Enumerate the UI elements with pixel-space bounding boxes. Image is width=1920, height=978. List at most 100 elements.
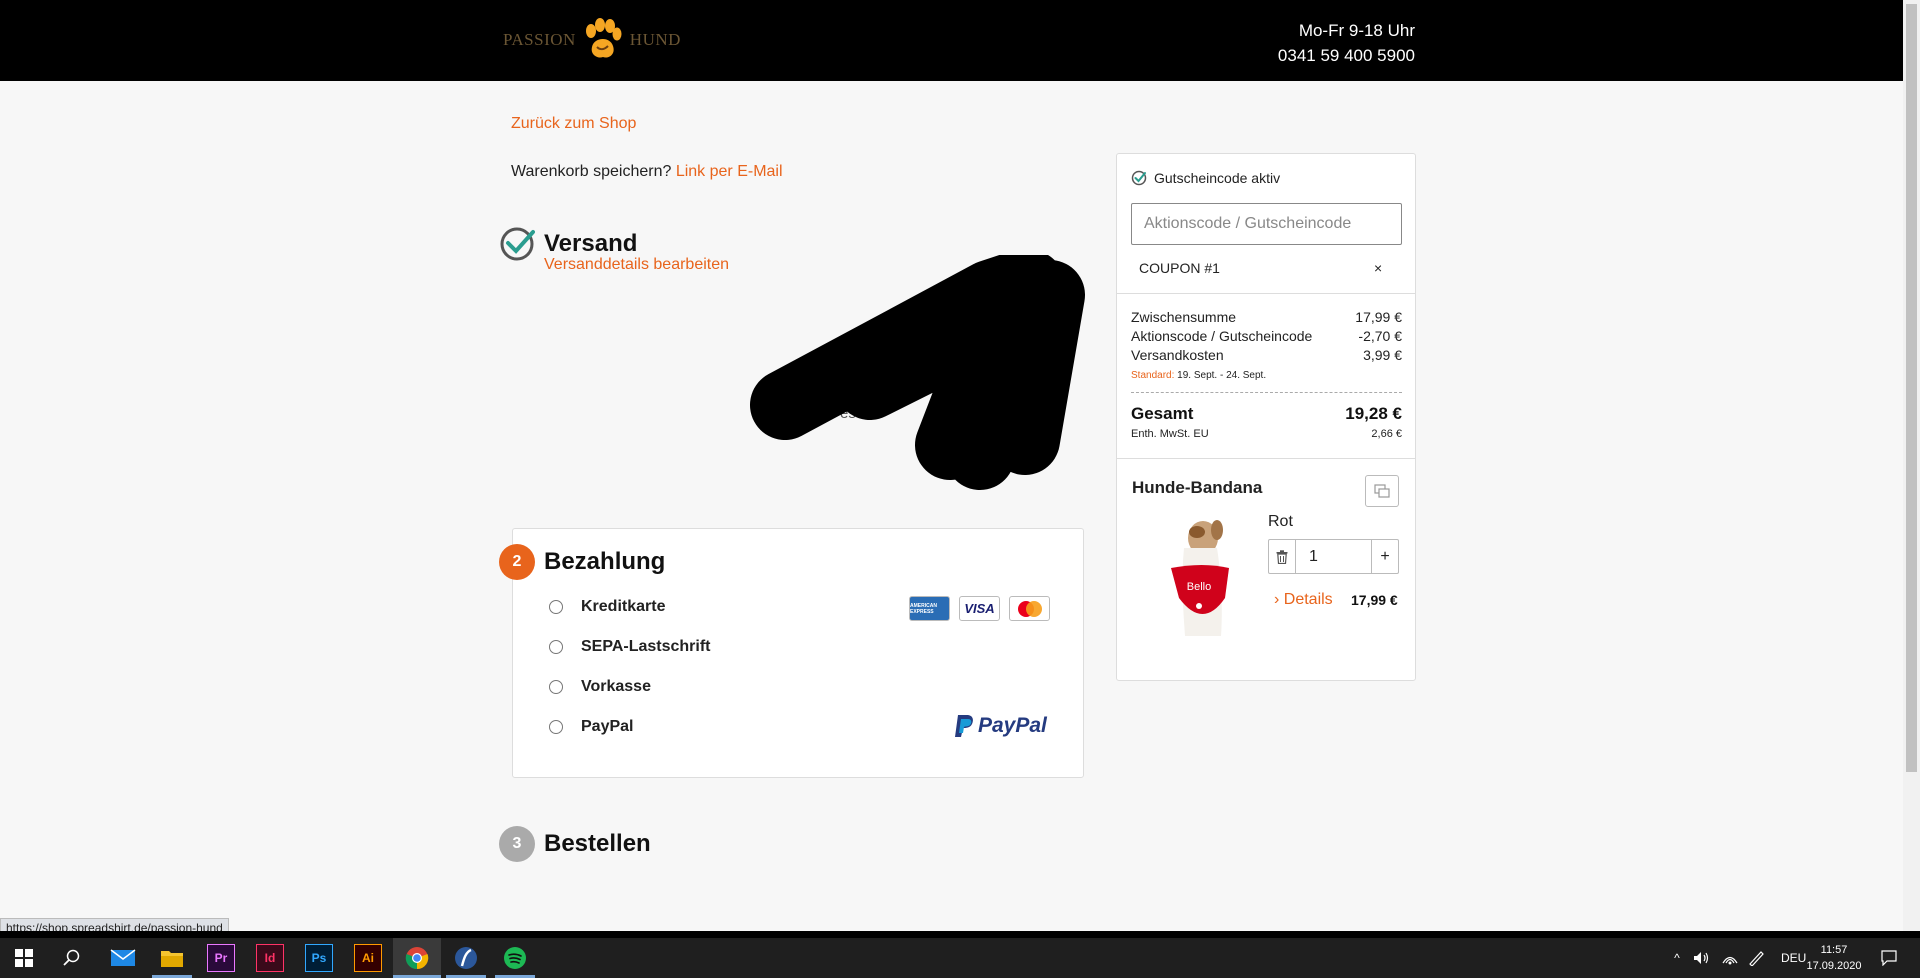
coupon-status-text: Gutscheincode aktiv	[1154, 170, 1281, 186]
site-header: PASSION HUND Mo-Fr 9-18 Uhr 0341 59 400 …	[0, 0, 1903, 81]
vat-value: 2,66 €	[1371, 428, 1402, 440]
paypal-logo: PayPal	[953, 714, 1047, 738]
step-number-badge: 2	[499, 544, 535, 580]
order-title: Bestellen	[544, 830, 651, 857]
redaction-scribble	[750, 255, 1085, 490]
quantity-value[interactable]: 1	[1296, 540, 1371, 573]
illustrator-icon[interactable]: Ai	[354, 944, 382, 972]
payment-option-credit-card[interactable]: Kreditkarte	[549, 598, 665, 616]
clock-date: 17.09.2020	[1806, 960, 1862, 972]
chrome-icon[interactable]	[403, 944, 431, 972]
search-icon[interactable]	[58, 944, 86, 972]
remove-item-button[interactable]	[1269, 540, 1296, 573]
pen-icon[interactable]	[1747, 950, 1765, 966]
page-scrollbar[interactable]	[1903, 0, 1920, 932]
indesign-icon[interactable]: Id	[256, 944, 284, 972]
amex-logo: AMERICAN EXPRESS	[909, 596, 950, 621]
product-price: 17,99 €	[1351, 592, 1398, 608]
radio-button[interactable]	[549, 680, 563, 694]
notifications-icon[interactable]	[1875, 944, 1903, 972]
edit-shipping-link[interactable]: Versanddetails bearbeiten	[544, 256, 729, 274]
divider	[1117, 293, 1415, 294]
logo[interactable]: PASSION HUND	[503, 17, 681, 63]
paypal-p-icon	[955, 715, 973, 737]
payment-step-header: 2 Bezahlung	[499, 544, 665, 580]
windows-start-icon[interactable]	[10, 944, 38, 972]
paypal-wordmark: PayPal	[978, 714, 1047, 737]
payment-option-label: PayPal	[581, 718, 634, 735]
product-image[interactable]: Bello	[1159, 518, 1235, 640]
email-link[interactable]: Link per E-Mail	[676, 163, 783, 180]
delivery-dates: 19. Sept. - 24. Sept.	[1177, 370, 1267, 381]
payment-option-label: SEPA-Lastschrift	[581, 638, 711, 655]
radio-button[interactable]	[549, 640, 563, 654]
payment-option-sepa[interactable]: SEPA-Lastschrift	[549, 638, 711, 656]
product-name[interactable]: Hunde-Bandana	[1132, 478, 1262, 498]
coupon-input[interactable]	[1131, 203, 1402, 245]
shipping-cost-label: Versandkosten	[1131, 347, 1224, 363]
logo-text-left: PASSION	[503, 30, 576, 49]
radio-button[interactable]	[549, 600, 563, 614]
card-logos: AMERICAN EXPRESS VISA	[909, 596, 1050, 621]
payment-title: Bezahlung	[544, 548, 666, 575]
chevron-up-icon[interactable]: ^	[1665, 951, 1689, 965]
radio-button[interactable]	[549, 720, 563, 734]
payment-option-label: Kreditkarte	[581, 598, 666, 615]
remove-coupon-button[interactable]: ×	[1374, 260, 1382, 276]
clock-time: 11:57	[1820, 944, 1848, 956]
phone-number[interactable]: 0341 59 400 5900	[1278, 43, 1415, 68]
spotify-icon[interactable]	[501, 944, 529, 972]
copy-icon	[1374, 484, 1390, 498]
product-variant: Rot	[1268, 513, 1293, 530]
visa-logo: VISA	[959, 596, 1000, 621]
payment-option-prepayment[interactable]: Vorkasse	[549, 678, 651, 696]
shipping-cost-row: Versandkosten 3,99 €	[1131, 347, 1402, 363]
taskbar-top-stripe	[0, 931, 1920, 938]
clock[interactable]: 11:57 17.09.2020	[1800, 942, 1868, 974]
app-icon[interactable]	[452, 944, 480, 972]
discount-value: -2,70 €	[1358, 328, 1402, 344]
discount-label: Aktionscode / Gutscheincode	[1131, 328, 1313, 344]
paw-logo-icon	[585, 18, 622, 58]
mail-icon[interactable]	[109, 944, 137, 972]
vat-row: Enth. MwSt. EU 2,66 €	[1131, 428, 1402, 440]
shipping-title: Versand	[544, 230, 638, 257]
payment-option-paypal[interactable]: PayPal	[549, 718, 633, 736]
coupon-status: Gutscheincode aktiv	[1131, 170, 1280, 186]
shipping-cost-value: 3,99 €	[1363, 347, 1402, 363]
subtotal-label: Zwischensumme	[1131, 309, 1237, 325]
windows-taskbar: Pr Id Ps Ai ^ DEU 11:57 17.09.2020	[0, 931, 1920, 978]
total-row: Gesamt 19,28 €	[1131, 404, 1402, 424]
check-circle-icon	[1131, 170, 1147, 186]
delivery-type: Standard:	[1131, 370, 1175, 381]
save-cart-line: Warenkorb speichern? Link per E-Mail	[511, 163, 783, 181]
header-contact: Mo-Fr 9-18 Uhr 0341 59 400 5900	[1278, 18, 1415, 68]
photoshop-icon[interactable]: Ps	[305, 944, 333, 972]
divider	[1117, 458, 1415, 459]
step-number-badge: 3	[499, 826, 535, 862]
premiere-pro-icon[interactable]: Pr	[207, 944, 235, 972]
total-label: Gesamt	[1131, 404, 1194, 423]
total-value: 19,28 €	[1345, 404, 1402, 423]
check-circle-icon	[500, 227, 535, 261]
increase-quantity-button[interactable]: +	[1371, 540, 1398, 573]
save-cart-text: Warenkorb speichern?	[511, 163, 672, 180]
trash-icon	[1276, 549, 1288, 564]
delivery-estimate: Standard: 19. Sept. - 24. Sept.	[1131, 370, 1266, 381]
vat-label: Enth. MwSt. EU	[1131, 428, 1209, 440]
product-details-link[interactable]: › Details	[1274, 591, 1333, 609]
scrollbar-thumb[interactable]	[1906, 4, 1917, 772]
wifi-icon[interactable]	[1721, 951, 1739, 965]
subtotal-value: 17,99 €	[1355, 309, 1402, 325]
dashed-divider	[1131, 392, 1402, 393]
file-explorer-icon[interactable]	[158, 944, 186, 972]
payment-option-label: Vorkasse	[581, 678, 651, 695]
back-to-shop-link[interactable]: Zurück zum Shop	[511, 115, 636, 133]
duplicate-item-button[interactable]	[1365, 475, 1399, 507]
volume-icon[interactable]	[1693, 951, 1711, 965]
mastercard-logo	[1009, 596, 1050, 621]
system-tray: ^ DEU	[1665, 938, 1806, 978]
quantity-stepper[interactable]: 1 +	[1268, 539, 1399, 574]
mastercard-circles-icon	[1017, 600, 1042, 617]
applied-coupon: COUPON #1	[1139, 260, 1220, 276]
